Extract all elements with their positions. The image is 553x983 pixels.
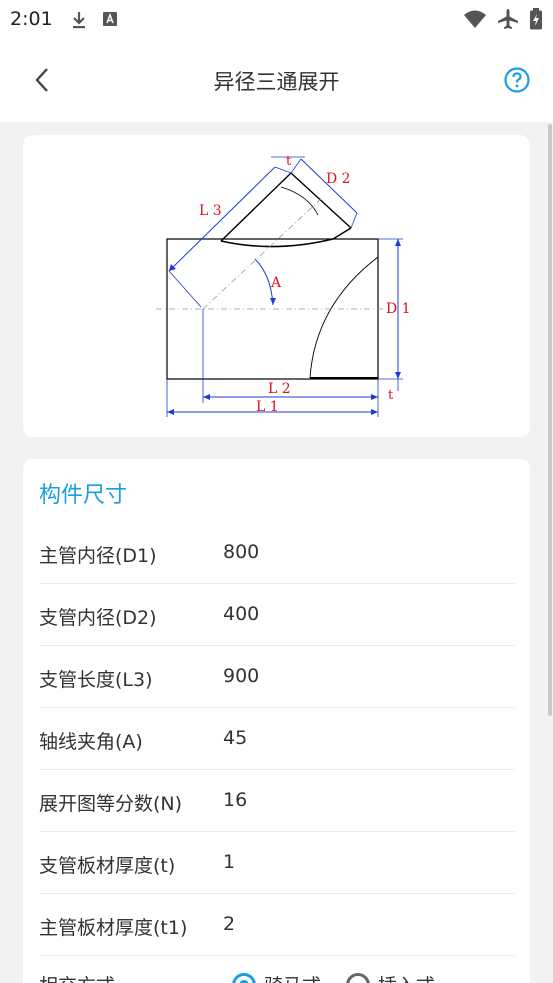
label-t-bottom: t bbox=[388, 388, 394, 403]
section-title: 构件尺寸 bbox=[39, 483, 128, 508]
main-thickness-input[interactable]: 2 bbox=[223, 913, 235, 935]
row-label: 主管板材厚度(t1) bbox=[39, 917, 188, 939]
branch-thickness-input[interactable]: 1 bbox=[223, 851, 235, 873]
row-label: 支管内径(D2) bbox=[39, 607, 157, 629]
diagram-card: t D 2 L 3 A D 1 L 2 L 1 t bbox=[23, 135, 530, 437]
radio-insert[interactable]: 插入式 bbox=[346, 971, 435, 983]
airplane-icon bbox=[497, 8, 519, 34]
radio-label: 插入式 bbox=[378, 971, 435, 983]
dimension-form-card: 构件尺寸 主管内径(D1) 800 支管内径(D2) 400 支管长度(L3) … bbox=[23, 459, 530, 983]
label-l3: L 3 bbox=[199, 203, 222, 219]
status-right-icons bbox=[463, 8, 543, 34]
app-bar: 异径三通展开 bbox=[0, 40, 553, 122]
help-button[interactable] bbox=[503, 66, 531, 94]
axis-angle-input[interactable]: 45 bbox=[223, 727, 247, 749]
scrollbar[interactable] bbox=[548, 124, 552, 716]
label-t-top: t bbox=[286, 154, 292, 169]
row-label: 展开图等分数(N) bbox=[39, 793, 183, 815]
battery-charging-icon bbox=[529, 8, 543, 34]
radio-label: 骑马式 bbox=[264, 971, 321, 983]
content-area[interactable]: t D 2 L 3 A D 1 L 2 L 1 t 构件尺寸 主管内径(D1) … bbox=[0, 122, 553, 983]
row-main-pipe-diameter: 主管内径(D1) 800 bbox=[39, 521, 515, 584]
row-label: 轴线夹角(A) bbox=[39, 731, 143, 753]
row-main-thickness: 主管板材厚度(t1) 2 bbox=[39, 893, 515, 956]
wifi-icon bbox=[463, 9, 487, 33]
row-label: 主管内径(D1) bbox=[39, 545, 157, 567]
status-time: 2:01 bbox=[10, 8, 53, 30]
label-l2: L 2 bbox=[268, 381, 291, 397]
radio-checked-icon bbox=[232, 972, 256, 983]
label-d1: D 1 bbox=[386, 301, 411, 317]
status-bar: 2:01 bbox=[0, 0, 553, 40]
division-count-input[interactable]: 16 bbox=[223, 789, 247, 811]
radio-unchecked-icon bbox=[346, 972, 370, 983]
status-left-icons bbox=[70, 10, 118, 34]
row-branch-thickness: 支管板材厚度(t) 1 bbox=[39, 831, 515, 894]
row-label: 相交方式 bbox=[39, 971, 115, 983]
row-label: 支管板材厚度(t) bbox=[39, 855, 176, 877]
label-a: A bbox=[270, 275, 282, 291]
row-branch-pipe-length: 支管长度(L3) 900 bbox=[39, 645, 515, 708]
row-label: 支管长度(L3) bbox=[39, 669, 153, 691]
tee-diagram: t D 2 L 3 A D 1 L 2 L 1 t bbox=[156, 154, 411, 417]
row-intersection-type: 相交方式 骑马式 插入式 bbox=[39, 959, 515, 983]
row-axis-angle: 轴线夹角(A) 45 bbox=[39, 707, 515, 770]
row-branch-pipe-diameter: 支管内径(D2) 400 bbox=[39, 583, 515, 646]
label-l1: L 1 bbox=[256, 399, 279, 415]
download-icon bbox=[70, 10, 88, 34]
page-title: 异径三通展开 bbox=[213, 70, 340, 94]
row-division-count: 展开图等分数(N) 16 bbox=[39, 769, 515, 832]
main-pipe-diameter-input[interactable]: 800 bbox=[223, 541, 259, 563]
label-d2: D 2 bbox=[326, 171, 351, 187]
help-circle-icon bbox=[504, 67, 530, 93]
branch-pipe-diameter-input[interactable]: 400 bbox=[223, 603, 259, 625]
radio-saddle[interactable]: 骑马式 bbox=[232, 971, 321, 983]
branch-pipe-length-input[interactable]: 900 bbox=[223, 665, 259, 687]
font-icon bbox=[102, 10, 118, 34]
